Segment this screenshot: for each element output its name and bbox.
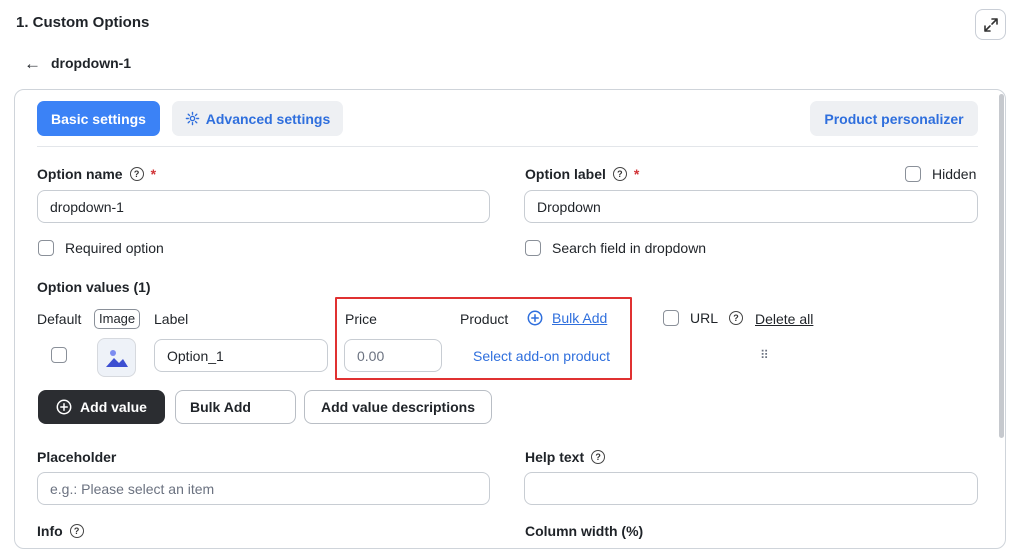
add-value-button[interactable]: Add value xyxy=(38,390,165,424)
url-checkbox-row[interactable]: URL ? xyxy=(663,310,744,326)
help-text-label-text: Help text xyxy=(525,449,585,465)
required-mark: * xyxy=(150,166,157,182)
tab-product-personalizer[interactable]: Product personalizer xyxy=(810,101,978,136)
help-icon[interactable]: ? xyxy=(729,311,744,325)
option-label-value-input[interactable]: Option_1 xyxy=(154,339,328,372)
required-mark: * xyxy=(633,166,640,182)
expand-button[interactable] xyxy=(975,9,1006,40)
tab-basic-settings[interactable]: Basic settings xyxy=(37,101,160,136)
bulk-add-button[interactable]: Bulk Add xyxy=(175,390,296,424)
url-checkbox[interactable] xyxy=(663,310,679,326)
search-field-label: Search field in dropdown xyxy=(552,240,707,256)
column-default: Default xyxy=(37,311,82,327)
column-width-label: Column width (%) xyxy=(525,523,644,539)
help-text-label: Help text ? xyxy=(525,449,606,465)
placeholder-label: Placeholder xyxy=(37,449,117,465)
column-image[interactable]: Image xyxy=(94,309,141,329)
tab-advanced-settings[interactable]: Advanced settings xyxy=(172,101,343,136)
delete-all-link[interactable]: Delete all xyxy=(755,311,813,327)
hidden-checkbox-row[interactable]: Hidden xyxy=(905,166,976,182)
divider xyxy=(37,146,978,147)
required-option-checkbox[interactable] xyxy=(38,240,54,256)
page-title: 1. Custom Options xyxy=(16,14,150,31)
info-label: Info ? xyxy=(37,523,84,539)
placeholder-input[interactable]: e.g.: Please select an item xyxy=(37,472,490,505)
info-label-text: Info xyxy=(37,523,63,539)
option-name-input[interactable]: dropdown-1 xyxy=(37,190,490,223)
back-label: dropdown-1 xyxy=(51,55,132,71)
help-icon[interactable]: ? xyxy=(69,524,84,538)
hidden-checkbox[interactable] xyxy=(905,166,921,182)
search-field-checkbox[interactable] xyxy=(525,240,541,256)
option-name-text: Option name xyxy=(37,166,123,182)
option-label-label: Option label ? * xyxy=(525,166,639,182)
drag-handle-icon[interactable]: ⠿ xyxy=(760,349,770,361)
back-arrow-icon: ← xyxy=(24,53,41,73)
option-label-input[interactable]: Dropdown xyxy=(524,190,978,223)
highlight-annotation xyxy=(335,297,632,380)
add-value-label: Add value xyxy=(80,399,147,415)
help-icon[interactable]: ? xyxy=(129,167,144,181)
option-image-thumbnail[interactable] xyxy=(97,338,136,377)
gear-icon xyxy=(185,111,200,126)
help-icon[interactable]: ? xyxy=(612,167,627,181)
plus-circle-icon xyxy=(56,399,72,415)
back-link[interactable]: ← dropdown-1 xyxy=(24,54,131,72)
add-value-descriptions-button[interactable]: Add value descriptions xyxy=(304,390,492,424)
help-icon[interactable]: ? xyxy=(591,450,606,464)
search-field-row[interactable]: Search field in dropdown xyxy=(525,240,706,256)
column-label: Label xyxy=(154,311,189,327)
tab-advanced-label: Advanced settings xyxy=(205,110,331,127)
option-editor-card: Basic settings Advanced settings Product… xyxy=(14,89,1006,549)
option-label-text: Option label xyxy=(525,166,606,182)
help-text-input[interactable] xyxy=(524,472,978,505)
expand-icon xyxy=(983,17,998,32)
required-option-row[interactable]: Required option xyxy=(38,240,164,256)
option-name-label: Option name ? * xyxy=(37,166,156,182)
required-option-label: Required option xyxy=(65,240,164,256)
option-values-title: Option values (1) xyxy=(37,279,151,295)
hidden-label: Hidden xyxy=(932,166,977,182)
default-checkbox[interactable] xyxy=(51,347,67,363)
scrollbar-thumb[interactable] xyxy=(999,94,1004,438)
url-label: URL xyxy=(690,310,719,326)
image-icon xyxy=(105,349,128,367)
